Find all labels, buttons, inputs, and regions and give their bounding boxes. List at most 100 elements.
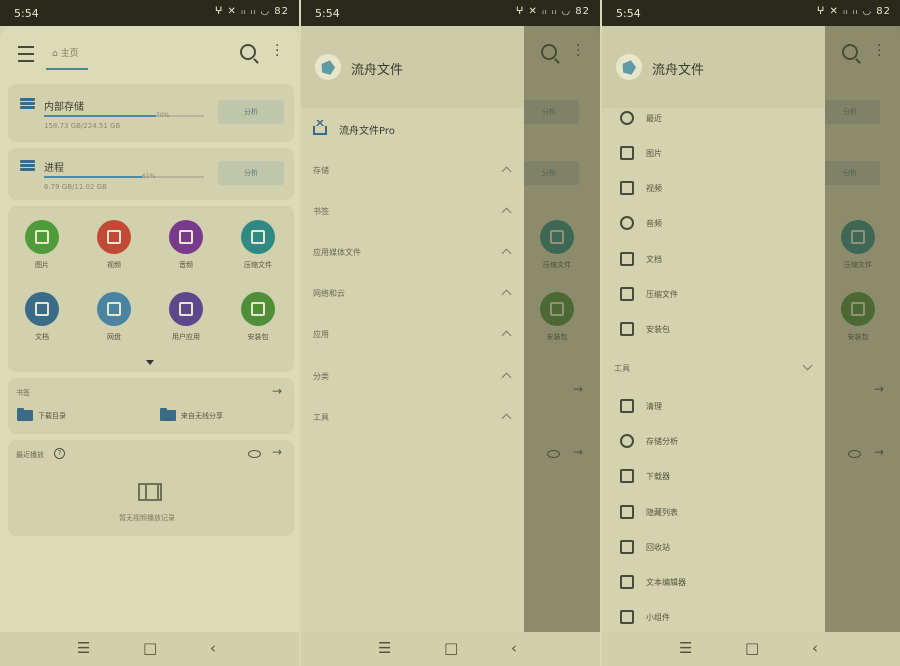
category-images[interactable]: 图片 bbox=[12, 220, 72, 270]
nav-menu-button[interactable]: ☰ bbox=[77, 639, 90, 657]
bookmarks-card: 书签 → 下载目录 来自无线分享 bbox=[8, 378, 294, 434]
empty-state-text: 暂无视频播放记录 bbox=[119, 514, 175, 522]
film-icon bbox=[138, 483, 162, 501]
app-logo-icon bbox=[315, 54, 341, 80]
storage-card-process[interactable]: 进程 61% 6.79 GB/11.02 GB 分析 bbox=[8, 148, 294, 200]
drawer-item-images[interactable]: 图片 bbox=[646, 148, 662, 159]
nav-menu-button[interactable]: ☰ bbox=[378, 639, 391, 657]
chevron-up-icon[interactable] bbox=[501, 289, 512, 300]
status-icons: ⵖ ✕ ᵢₗ ᵢₗ ◡ 82 bbox=[816, 6, 891, 17]
chevron-up-icon[interactable] bbox=[501, 372, 512, 383]
folder-icon bbox=[17, 408, 33, 421]
package-icon bbox=[620, 322, 634, 336]
search-icon[interactable] bbox=[240, 44, 256, 60]
drawer-item-recent[interactable]: 最近 bbox=[646, 113, 662, 124]
category-audio[interactable]: 音频 bbox=[156, 220, 216, 270]
navigation-drawer: 流舟文件 流舟文件Pro 存储 书签 应用媒体文件 网络和云 应用 分类 工具 bbox=[301, 26, 524, 632]
group-storage[interactable]: 存储 bbox=[313, 165, 329, 176]
app-name: 流舟文件 bbox=[351, 63, 404, 78]
status-bar: 5:54 ⵖ ✕ ᵢₗ ᵢₗ ◡ 82 bbox=[0, 0, 299, 26]
scrim[interactable] bbox=[524, 26, 600, 632]
scrim[interactable] bbox=[825, 26, 900, 632]
nav-back-button[interactable]: ‹ bbox=[511, 639, 517, 657]
chevron-up-icon[interactable] bbox=[501, 413, 512, 424]
chevron-up-icon[interactable] bbox=[501, 330, 512, 341]
help-icon[interactable]: ? bbox=[54, 448, 65, 459]
drawer-item-text-editor[interactable]: 文本编辑器 bbox=[646, 577, 686, 588]
nav-back-button[interactable]: ‹ bbox=[210, 639, 216, 657]
chevron-up-icon[interactable] bbox=[501, 248, 512, 259]
bookmark-item[interactable]: 下载目录 bbox=[38, 411, 66, 421]
storage-card-internal[interactable]: 内部存储 70% 158.73 GB/224.51 GB 分析 bbox=[8, 84, 294, 142]
category-archive[interactable]: 压缩文件 bbox=[228, 220, 288, 270]
group-categories[interactable]: 分类 bbox=[313, 371, 329, 382]
drawer-collapsed-screen: 5:54 ⵖ ✕ ᵢₗ ᵢₗ ◡ 82 ··· 分析 分析 压缩文件 安装包 →… bbox=[301, 0, 600, 666]
status-bar: 5:54 ⵖ ✕ ᵢₗ ᵢₗ ◡ 82 bbox=[602, 0, 900, 26]
analyze-button[interactable]: 分析 bbox=[218, 161, 284, 185]
drawer-item-archives[interactable]: 压缩文件 bbox=[646, 289, 678, 300]
eye-icon[interactable] bbox=[248, 450, 261, 458]
process-icon bbox=[20, 160, 35, 172]
chevron-up-icon[interactable] bbox=[501, 207, 512, 218]
edit-icon bbox=[620, 575, 634, 589]
hidden-list-icon bbox=[620, 505, 634, 519]
expand-icon[interactable] bbox=[146, 360, 154, 365]
widgets-icon bbox=[620, 610, 634, 624]
nav-home-button[interactable]: □ bbox=[143, 639, 157, 657]
status-icons: ⵖ ✕ ᵢₗ ᵢₗ ◡ 82 bbox=[515, 6, 590, 17]
storage-bar bbox=[44, 115, 204, 117]
process-bar bbox=[44, 176, 204, 178]
group-tools[interactable]: 工具 bbox=[313, 412, 329, 423]
headphones-icon bbox=[620, 216, 634, 230]
archive-icon bbox=[620, 287, 634, 301]
group-network[interactable]: 网络和云 bbox=[313, 288, 345, 299]
drawer-item-hidden-list[interactable]: 隐藏列表 bbox=[646, 507, 678, 518]
group-bookmarks[interactable]: 书签 bbox=[313, 206, 329, 217]
bookmark-item[interactable]: 来自无线分享 bbox=[181, 411, 223, 421]
bookmarks-title: 书签 bbox=[16, 389, 30, 397]
nav-home-button[interactable]: □ bbox=[745, 639, 759, 657]
drawer-item-packages[interactable]: 安装包 bbox=[646, 324, 670, 335]
trash-icon bbox=[620, 540, 634, 554]
category-packages[interactable]: 安装包 bbox=[228, 292, 288, 342]
tab-home-label: 主页 bbox=[60, 49, 79, 59]
pro-item[interactable]: 流舟文件Pro bbox=[339, 122, 395, 137]
category-video[interactable]: 视频 bbox=[84, 220, 144, 270]
drawer-item-widgets[interactable]: 小组件 bbox=[646, 612, 670, 623]
clock-icon bbox=[620, 111, 634, 125]
drawer-header: 流舟文件 bbox=[602, 26, 825, 108]
drawer-item-audio[interactable]: 音频 bbox=[646, 218, 662, 229]
category-user-apps[interactable]: 用户应用 bbox=[156, 292, 216, 342]
arrow-right-icon[interactable]: → bbox=[272, 445, 282, 459]
nav-bar: ☰ □ ‹ bbox=[602, 632, 900, 666]
status-time: 5:54 bbox=[14, 7, 39, 20]
group-apps[interactable]: 应用 bbox=[313, 329, 329, 340]
process-percent: 61% bbox=[142, 173, 156, 180]
crown-icon bbox=[313, 120, 327, 135]
category-docs[interactable]: 文档 bbox=[12, 292, 72, 342]
group-media[interactable]: 应用媒体文件 bbox=[313, 247, 361, 258]
nav-menu-button[interactable]: ☰ bbox=[679, 639, 692, 657]
drawer-item-docs[interactable]: 文档 bbox=[646, 254, 662, 265]
arrow-right-icon[interactable]: → bbox=[272, 384, 282, 398]
chevron-up-icon[interactable] bbox=[501, 166, 512, 177]
group-tools[interactable]: 工具 bbox=[614, 363, 630, 374]
drawer-item-downloader[interactable]: 下载器 bbox=[646, 471, 670, 482]
nav-home-button[interactable]: □ bbox=[444, 639, 458, 657]
chevron-down-icon[interactable] bbox=[802, 360, 813, 371]
image-icon bbox=[620, 146, 634, 160]
drawer-item-recycle-bin[interactable]: 回收站 bbox=[646, 542, 670, 553]
drawer-item-video[interactable]: 视频 bbox=[646, 183, 662, 194]
status-bar: 5:54 ⵖ ✕ ᵢₗ ᵢₗ ◡ 82 bbox=[301, 0, 600, 26]
menu-icon[interactable] bbox=[18, 46, 34, 62]
video-icon bbox=[620, 181, 634, 195]
drawer-item-storage-analysis[interactable]: 存储分析 bbox=[646, 436, 678, 447]
more-icon[interactable]: · · · bbox=[275, 39, 279, 63]
recent-card: 最近播放 ? → 暂无视频播放记录 bbox=[8, 440, 294, 536]
analyze-button[interactable]: 分析 bbox=[218, 100, 284, 124]
nav-back-button[interactable]: ‹ bbox=[812, 639, 818, 657]
tab-home[interactable]: ⌂ 主页 bbox=[52, 46, 79, 59]
category-cloud[interactable]: 网盘 bbox=[84, 292, 144, 342]
drawer-item-clean[interactable]: 清理 bbox=[646, 401, 662, 412]
storage-name: 内部存储 bbox=[44, 102, 84, 113]
